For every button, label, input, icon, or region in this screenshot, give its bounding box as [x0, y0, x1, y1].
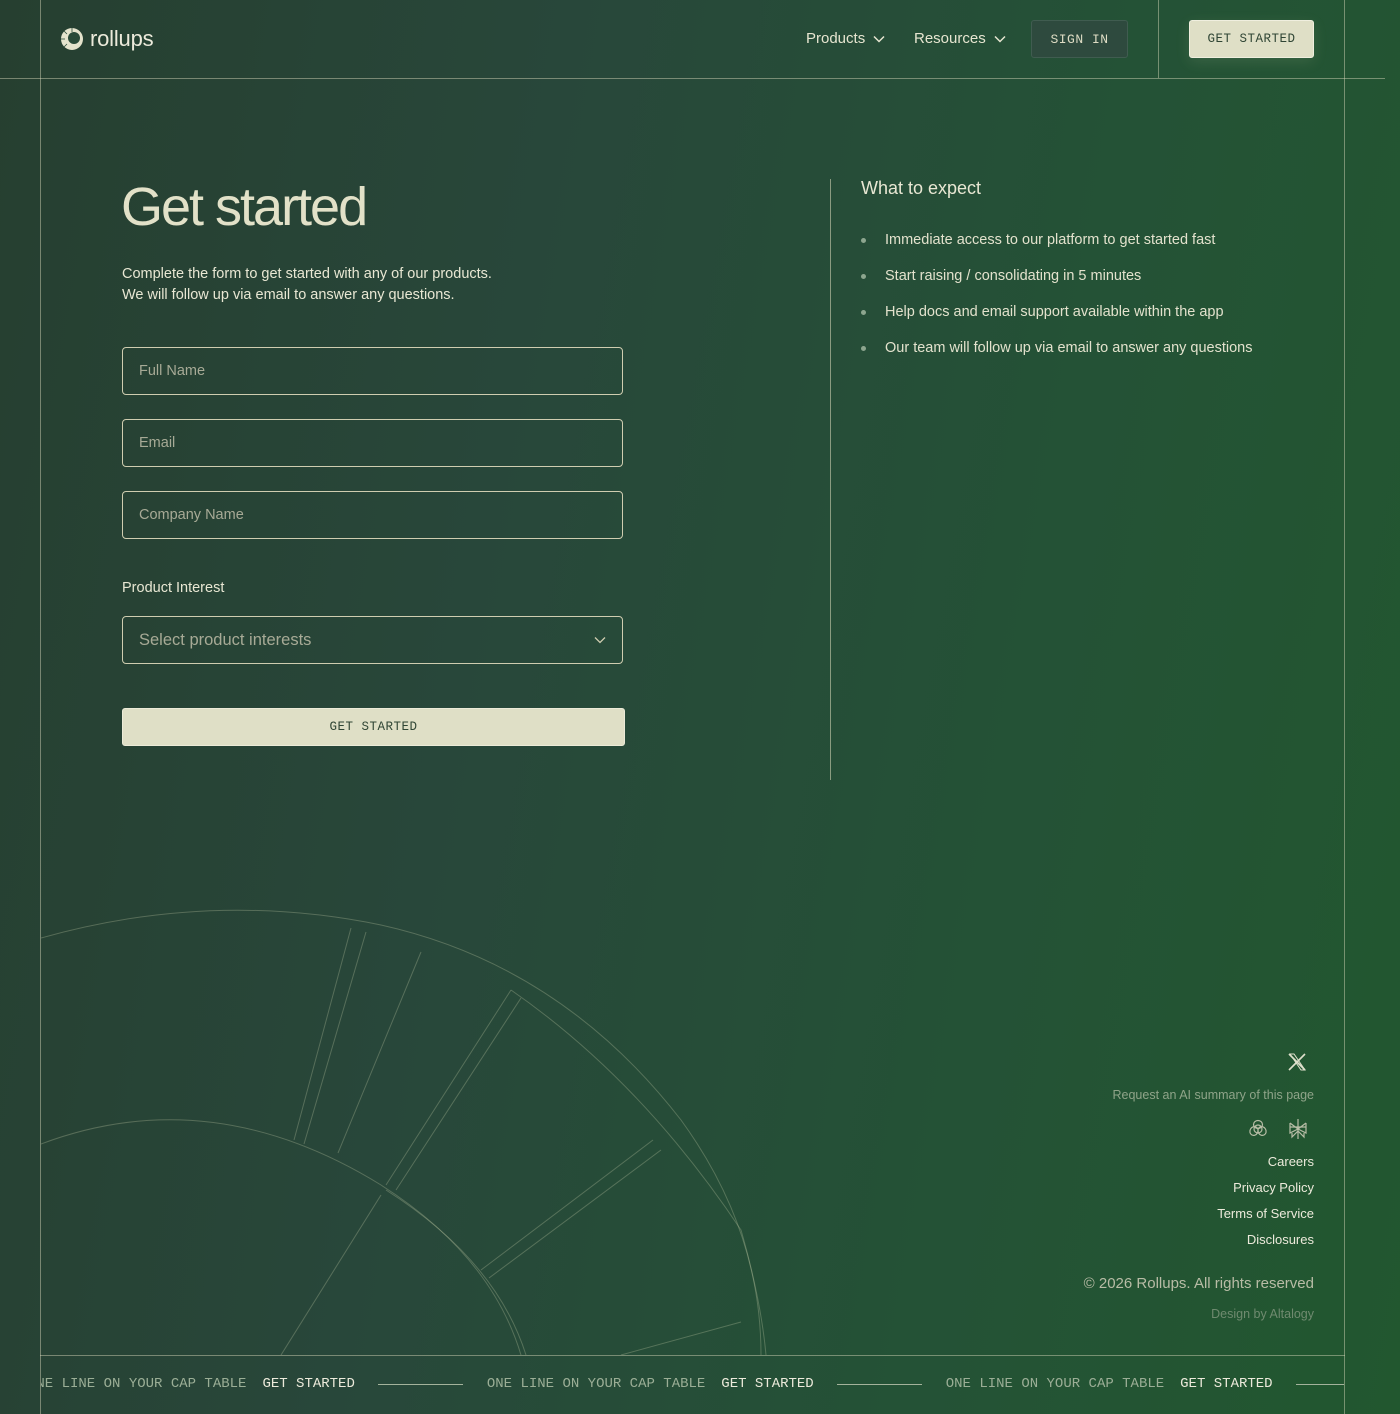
list-item: Start raising / consolidating in 5 minut… [861, 258, 1253, 294]
full-name-placeholder: Full Name [139, 363, 206, 379]
ai-icons [1247, 1118, 1309, 1140]
column-divider [830, 179, 831, 780]
bullet-icon [861, 346, 866, 351]
ticker-text: ONE LINE ON YOUR CAP TABLE [41, 1376, 247, 1392]
expect-title: What to expect [861, 178, 982, 198]
list-item-text: Start raising / consolidating in 5 minut… [885, 268, 1142, 284]
copyright: © 2026 Rollups. All rights reserved [1083, 1275, 1314, 1292]
company-name-field[interactable]: Company Name [122, 491, 623, 539]
submit-get-started-button[interactable]: GET STARTED [122, 708, 625, 746]
ai-summary-text: Request an AI summary of this page [1112, 1088, 1315, 1102]
openai-icon[interactable] [1247, 1118, 1269, 1140]
chevron-down-icon [873, 35, 885, 43]
list-item: Our team will follow up via email to ans… [861, 330, 1253, 366]
ticker-banner: ONE LINE ON YOUR CAP TABLE GET STARTED O… [41, 1356, 1344, 1414]
chevron-down-icon [994, 35, 1006, 43]
list-item: Help docs and email support available wi… [861, 294, 1253, 330]
logo[interactable]: rollups [60, 26, 154, 52]
nav-resources-label: Resources [914, 30, 986, 47]
ticker-divider [377, 1383, 463, 1385]
header-bottom-line [0, 78, 1385, 79]
decorative-arcs [41, 909, 767, 1355]
list-item-text: Our team will follow up via email to ans… [885, 340, 1253, 356]
subtitle-line-2: We will follow up via email to answer an… [122, 287, 455, 303]
ticker-track: ONE LINE ON YOUR CAP TABLE GET STARTED O… [41, 1376, 1344, 1392]
full-name-field[interactable]: Full Name [122, 347, 623, 395]
footer-link-disclosures[interactable]: Disclosures [1247, 1232, 1314, 1247]
list-item-text: Help docs and email support available wi… [885, 304, 1224, 320]
ticker-cta[interactable]: GET STARTED [721, 1376, 813, 1392]
ticker-cta[interactable]: GET STARTED [262, 1376, 354, 1392]
perplexity-icon[interactable] [1287, 1118, 1309, 1140]
ticker-divider [836, 1383, 922, 1385]
nav-resources[interactable]: Resources [914, 30, 1006, 47]
page-subtitle: Complete the form to get started with an… [122, 264, 492, 306]
footer-link-careers[interactable]: Careers [1268, 1154, 1314, 1169]
product-interest-label: Product Interest [122, 580, 225, 596]
company-name-placeholder: Company Name [139, 507, 244, 523]
page-title: Get started [121, 177, 368, 237]
product-interest-select[interactable]: Select product interests [122, 616, 623, 664]
rollups-logo-icon [61, 28, 83, 50]
header-divider [1158, 0, 1159, 78]
ticker-cta[interactable]: GET STARTED [1180, 1376, 1272, 1392]
x-icon[interactable] [1287, 1052, 1307, 1072]
expect-list: Immediate access to our platform to get … [861, 222, 1253, 366]
bullet-icon [861, 274, 866, 279]
select-placeholder: Select product interests [139, 630, 312, 649]
ticker-text: ONE LINE ON YOUR CAP TABLE [945, 1376, 1165, 1392]
subtitle-line-1: Complete the form to get started with an… [122, 266, 492, 282]
email-field[interactable]: Email [122, 419, 623, 467]
footer-link-terms[interactable]: Terms of Service [1217, 1206, 1314, 1221]
frame-line-right [1344, 0, 1345, 1414]
ticker-text: ONE LINE ON YOUR CAP TABLE [486, 1376, 706, 1392]
bullet-icon [861, 238, 866, 243]
bullet-icon [861, 310, 866, 315]
footer-link-privacy[interactable]: Privacy Policy [1233, 1180, 1314, 1195]
sign-in-button[interactable]: SIGN IN [1031, 20, 1128, 58]
ticker-divider [1295, 1383, 1344, 1385]
email-placeholder: Email [139, 435, 176, 451]
header-get-started-button[interactable]: GET STARTED [1189, 20, 1314, 58]
chevron-down-icon [594, 637, 606, 644]
logo-text: rollups [90, 26, 154, 51]
list-item-text: Immediate access to our platform to get … [885, 232, 1216, 248]
design-credit[interactable]: Design by Altalogy [1211, 1307, 1314, 1321]
nav-products[interactable]: Products [806, 30, 885, 47]
list-item: Immediate access to our platform to get … [861, 222, 1253, 258]
nav-products-label: Products [806, 30, 866, 47]
